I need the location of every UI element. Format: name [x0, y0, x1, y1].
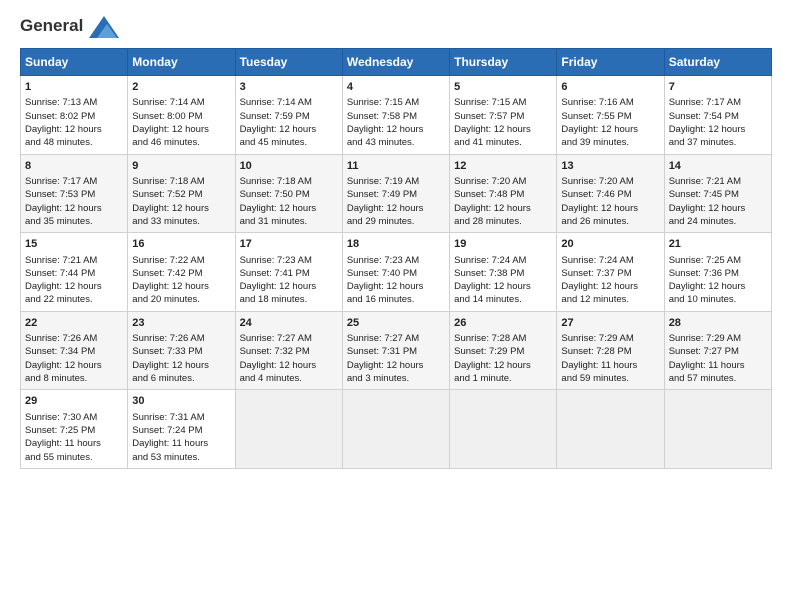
- day-number: 6: [561, 80, 659, 95]
- day-number: 30: [132, 394, 230, 409]
- day-number: 23: [132, 316, 230, 331]
- day-number: 19: [454, 237, 552, 252]
- logo: General: [20, 16, 119, 38]
- day-cell-12: 12Sunrise: 7:20 AMSunset: 7:48 PMDayligh…: [450, 154, 557, 233]
- page: General SundayMondayTuesdayWednesdayThur…: [0, 0, 792, 612]
- day-cell-6: 6Sunrise: 7:16 AMSunset: 7:55 PMDaylight…: [557, 76, 664, 155]
- week-row-4: 22Sunrise: 7:26 AMSunset: 7:34 PMDayligh…: [21, 311, 772, 390]
- week-row-5: 29Sunrise: 7:30 AMSunset: 7:25 PMDayligh…: [21, 390, 772, 469]
- day-cell-19: 19Sunrise: 7:24 AMSunset: 7:38 PMDayligh…: [450, 233, 557, 312]
- day-number: 29: [25, 394, 123, 409]
- day-cell-8: 8Sunrise: 7:17 AMSunset: 7:53 PMDaylight…: [21, 154, 128, 233]
- day-cell-21: 21Sunrise: 7:25 AMSunset: 7:36 PMDayligh…: [664, 233, 771, 312]
- day-number: 26: [454, 316, 552, 331]
- day-cell-1: 1Sunrise: 7:13 AMSunset: 8:02 PMDaylight…: [21, 76, 128, 155]
- logo-text: General: [20, 16, 119, 38]
- day-cell-17: 17Sunrise: 7:23 AMSunset: 7:41 PMDayligh…: [235, 233, 342, 312]
- day-number: 5: [454, 80, 552, 95]
- day-number: 12: [454, 159, 552, 174]
- logo-icon: [89, 16, 119, 38]
- day-number: 13: [561, 159, 659, 174]
- day-number: 11: [347, 159, 445, 174]
- col-header-wednesday: Wednesday: [342, 49, 449, 76]
- day-number: 1: [25, 80, 123, 95]
- day-cell-11: 11Sunrise: 7:19 AMSunset: 7:49 PMDayligh…: [342, 154, 449, 233]
- col-header-friday: Friday: [557, 49, 664, 76]
- day-cell-22: 22Sunrise: 7:26 AMSunset: 7:34 PMDayligh…: [21, 311, 128, 390]
- day-cell-14: 14Sunrise: 7:21 AMSunset: 7:45 PMDayligh…: [664, 154, 771, 233]
- day-number: 15: [25, 237, 123, 252]
- day-number: 7: [669, 80, 767, 95]
- week-row-1: 1Sunrise: 7:13 AMSunset: 8:02 PMDaylight…: [21, 76, 772, 155]
- day-number: 14: [669, 159, 767, 174]
- day-cell-30: 30Sunrise: 7:31 AMSunset: 7:24 PMDayligh…: [128, 390, 235, 469]
- day-number: 8: [25, 159, 123, 174]
- week-row-2: 8Sunrise: 7:17 AMSunset: 7:53 PMDaylight…: [21, 154, 772, 233]
- day-cell-9: 9Sunrise: 7:18 AMSunset: 7:52 PMDaylight…: [128, 154, 235, 233]
- day-number: 17: [240, 237, 338, 252]
- header: General: [20, 16, 772, 38]
- col-header-tuesday: Tuesday: [235, 49, 342, 76]
- day-cell-24: 24Sunrise: 7:27 AMSunset: 7:32 PMDayligh…: [235, 311, 342, 390]
- day-cell-15: 15Sunrise: 7:21 AMSunset: 7:44 PMDayligh…: [21, 233, 128, 312]
- day-cell-26: 26Sunrise: 7:28 AMSunset: 7:29 PMDayligh…: [450, 311, 557, 390]
- day-number: 4: [347, 80, 445, 95]
- day-cell-27: 27Sunrise: 7:29 AMSunset: 7:28 PMDayligh…: [557, 311, 664, 390]
- day-number: 3: [240, 80, 338, 95]
- day-cell-25: 25Sunrise: 7:27 AMSunset: 7:31 PMDayligh…: [342, 311, 449, 390]
- day-number: 27: [561, 316, 659, 331]
- week-row-3: 15Sunrise: 7:21 AMSunset: 7:44 PMDayligh…: [21, 233, 772, 312]
- col-header-thursday: Thursday: [450, 49, 557, 76]
- day-cell-23: 23Sunrise: 7:26 AMSunset: 7:33 PMDayligh…: [128, 311, 235, 390]
- day-number: 28: [669, 316, 767, 331]
- day-number: 24: [240, 316, 338, 331]
- day-number: 22: [25, 316, 123, 331]
- day-cell-3: 3Sunrise: 7:14 AMSunset: 7:59 PMDaylight…: [235, 76, 342, 155]
- empty-cell: [450, 390, 557, 469]
- empty-cell: [342, 390, 449, 469]
- day-number: 2: [132, 80, 230, 95]
- day-number: 16: [132, 237, 230, 252]
- empty-cell: [664, 390, 771, 469]
- day-number: 21: [669, 237, 767, 252]
- day-number: 18: [347, 237, 445, 252]
- col-header-monday: Monday: [128, 49, 235, 76]
- day-cell-5: 5Sunrise: 7:15 AMSunset: 7:57 PMDaylight…: [450, 76, 557, 155]
- day-cell-4: 4Sunrise: 7:15 AMSunset: 7:58 PMDaylight…: [342, 76, 449, 155]
- day-cell-16: 16Sunrise: 7:22 AMSunset: 7:42 PMDayligh…: [128, 233, 235, 312]
- empty-cell: [235, 390, 342, 469]
- col-header-saturday: Saturday: [664, 49, 771, 76]
- day-cell-29: 29Sunrise: 7:30 AMSunset: 7:25 PMDayligh…: [21, 390, 128, 469]
- day-cell-20: 20Sunrise: 7:24 AMSunset: 7:37 PMDayligh…: [557, 233, 664, 312]
- day-number: 20: [561, 237, 659, 252]
- calendar-table: SundayMondayTuesdayWednesdayThursdayFrid…: [20, 48, 772, 469]
- day-number: 10: [240, 159, 338, 174]
- col-header-sunday: Sunday: [21, 49, 128, 76]
- day-cell-28: 28Sunrise: 7:29 AMSunset: 7:27 PMDayligh…: [664, 311, 771, 390]
- day-cell-7: 7Sunrise: 7:17 AMSunset: 7:54 PMDaylight…: [664, 76, 771, 155]
- empty-cell: [557, 390, 664, 469]
- day-number: 9: [132, 159, 230, 174]
- day-cell-13: 13Sunrise: 7:20 AMSunset: 7:46 PMDayligh…: [557, 154, 664, 233]
- day-number: 25: [347, 316, 445, 331]
- day-cell-18: 18Sunrise: 7:23 AMSunset: 7:40 PMDayligh…: [342, 233, 449, 312]
- day-cell-2: 2Sunrise: 7:14 AMSunset: 8:00 PMDaylight…: [128, 76, 235, 155]
- day-cell-10: 10Sunrise: 7:18 AMSunset: 7:50 PMDayligh…: [235, 154, 342, 233]
